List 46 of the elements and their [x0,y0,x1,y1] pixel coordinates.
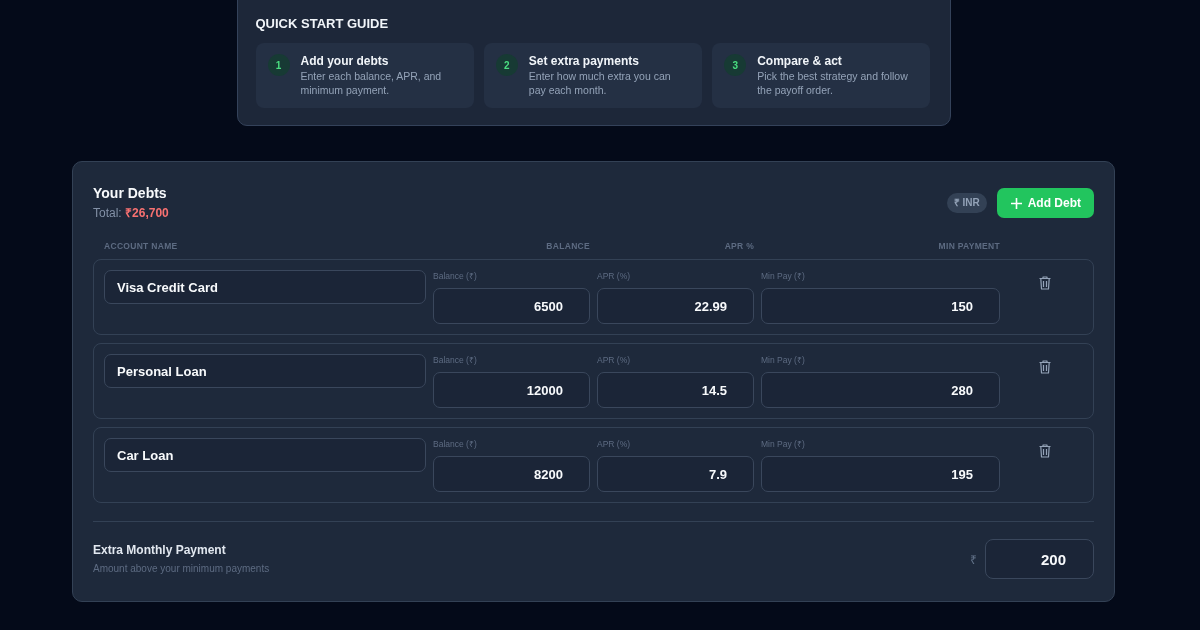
column-header: MIN PAYMENT [937,240,1000,252]
balance-input[interactable]: 12000 [433,372,590,408]
min-payment-input[interactable]: 280 [761,372,1000,408]
step-description: Enter each balance, APR, and minimum payment. [300,69,443,97]
currency-symbol: ₹ [970,551,977,568]
min-payment-input[interactable]: 150 [761,288,1000,324]
step-title: Compare & act [757,54,843,69]
column-header: BALANCE [545,240,590,252]
apr-input[interactable]: 22.99 [597,288,754,324]
step-description: Pick the best strategy and follow the payoff order. [757,69,909,97]
field-label: Balance (₹) [433,354,477,366]
column-header: APR % [723,240,754,252]
field-label: APR (%) [597,270,631,282]
apr-input[interactable]: 7.9 [597,456,754,492]
trash-icon[interactable] [1039,360,1051,374]
step-description: Enter how much extra you can pay each month. [528,69,672,97]
extra-payment-input[interactable]: 200 [985,539,1094,579]
column-header: ACCOUNT NAME [104,240,179,252]
field-label: Min Pay (₹) [761,354,805,366]
plus-icon [1010,197,1022,209]
trash-icon[interactable] [1039,276,1051,290]
field-label: Balance (₹) [433,438,477,450]
account-name-input[interactable]: Personal Loan [104,354,426,388]
currency-badge: ₹ INR [946,193,987,213]
step-number: 2 [495,54,518,76]
extra-payment-hint: Amount above your minimum payments [93,562,270,575]
section-title: Your Debts [93,185,168,202]
account-name-input[interactable]: Visa Credit Card [104,270,426,304]
balance-input[interactable]: 8200 [433,456,590,492]
field-label: APR (%) [597,438,631,450]
account-name-input[interactable]: Car Loan [104,438,426,472]
apr-input[interactable]: 14.5 [597,372,754,408]
field-label: Min Pay (₹) [761,438,805,450]
step-number: 1 [267,54,290,76]
guide-title: QUICK START GUIDE [255,16,390,32]
total-text: Total: ₹26,700 [93,205,169,221]
balance-input[interactable]: 6500 [433,288,590,324]
step-number: 3 [724,54,747,76]
field-label: APR (%) [597,354,631,366]
min-payment-input[interactable]: 195 [761,456,1000,492]
field-label: Min Pay (₹) [761,270,805,282]
step-title: Set extra payments [528,54,640,69]
step-title: Add your debts [300,54,390,69]
field-label: Balance (₹) [433,270,477,282]
trash-icon[interactable] [1039,444,1051,458]
extra-payment-title: Extra Monthly Payment [93,543,227,558]
